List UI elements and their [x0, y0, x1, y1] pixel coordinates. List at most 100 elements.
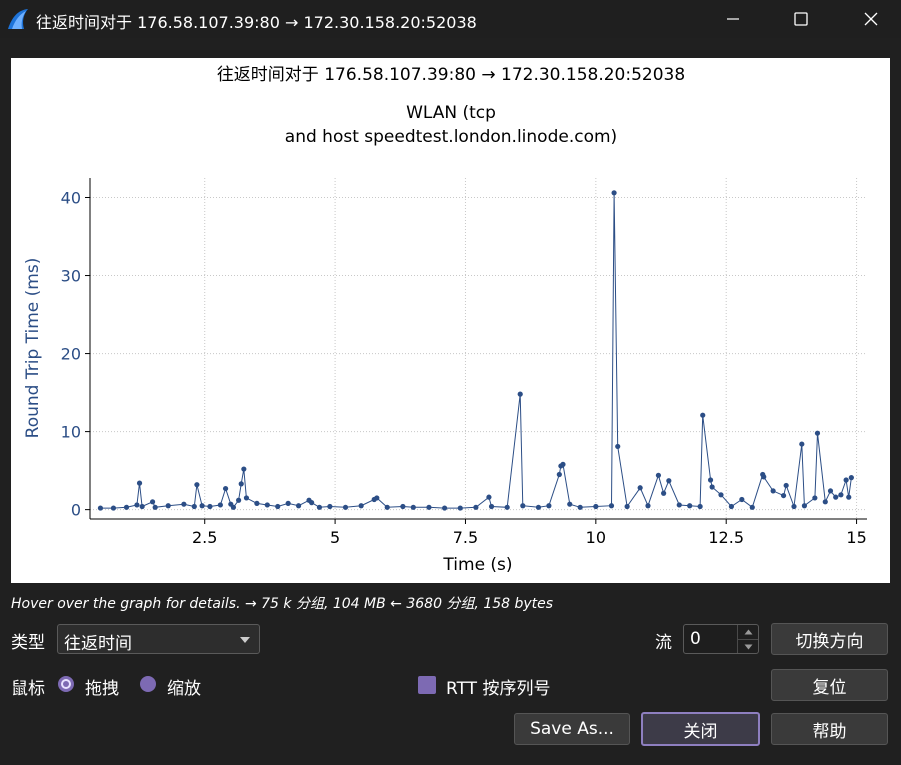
rtt-point[interactable]	[567, 501, 573, 507]
rtt-point[interactable]	[285, 500, 291, 506]
rtt-point[interactable]	[709, 484, 715, 490]
rtt-point[interactable]	[749, 504, 755, 510]
rtt-point[interactable]	[615, 443, 621, 450]
close-button[interactable]: 关闭	[641, 712, 760, 746]
rtt-point[interactable]	[149, 499, 156, 505]
rtt-point[interactable]	[700, 412, 706, 418]
rtt-point[interactable]	[846, 494, 852, 500]
rtt-point[interactable]	[123, 504, 130, 510]
rtt-point[interactable]	[739, 496, 745, 503]
rtt-point[interactable]	[426, 504, 432, 510]
rtt-point[interactable]	[697, 503, 703, 510]
rtt-point[interactable]	[560, 461, 566, 467]
rtt-point[interactable]	[97, 505, 104, 511]
maximize-button[interactable]	[778, 0, 824, 38]
rtt-point[interactable]	[275, 503, 281, 510]
rtt-point[interactable]	[822, 499, 828, 505]
rtt-point[interactable]	[624, 503, 630, 510]
reset-button[interactable]: 复位	[771, 669, 888, 701]
rtt-point[interactable]	[254, 500, 260, 506]
rtt-point[interactable]	[342, 504, 349, 510]
rtt-point[interactable]	[761, 474, 767, 480]
rtt-point[interactable]	[309, 500, 315, 506]
spin-up-button[interactable]	[738, 625, 758, 639]
rtt-point[interactable]	[843, 477, 849, 483]
rtt-point[interactable]	[546, 503, 552, 509]
graph-type-select[interactable]: 往返时间	[57, 624, 260, 654]
rtt-point[interactable]	[801, 503, 808, 509]
drag-radio[interactable]	[58, 676, 74, 692]
rtt-point[interactable]	[400, 503, 406, 510]
zoom-radio[interactable]	[140, 676, 156, 692]
minimize-button[interactable]	[710, 0, 756, 38]
rtt-point[interactable]	[718, 492, 724, 498]
rtt-point[interactable]	[238, 481, 244, 487]
rtt-point[interactable]	[707, 477, 714, 483]
rtt-point[interactable]	[230, 504, 237, 510]
rtt-point[interactable]	[207, 503, 213, 510]
rtt-point[interactable]	[473, 504, 479, 510]
rtt-point[interactable]	[236, 497, 242, 503]
rtt-point[interactable]	[593, 503, 599, 510]
stream-spinbox[interactable]: 0	[683, 624, 759, 654]
rtt-point[interactable]	[241, 466, 247, 472]
rtt-point[interactable]	[152, 504, 158, 510]
rtt-point[interactable]	[488, 503, 495, 510]
rtt-point[interactable]	[457, 505, 463, 511]
rtt-chart[interactable]: 往返时间对于 176.58.107.39:80 → 172.30.158.20:…	[11, 58, 890, 583]
rtt-point[interactable]	[783, 482, 789, 489]
rtt-point[interactable]	[442, 505, 448, 511]
rtt-point[interactable]	[134, 502, 140, 508]
rtt-point[interactable]	[358, 503, 364, 509]
rtt-point[interactable]	[217, 502, 223, 508]
rtt-point[interactable]	[728, 503, 735, 510]
rtt-point[interactable]	[812, 495, 818, 501]
rtt-point[interactable]	[838, 492, 844, 498]
rtt-point[interactable]	[222, 485, 229, 492]
rtt-point[interactable]	[136, 480, 143, 486]
rtt-point[interactable]	[770, 488, 776, 494]
rtt-point[interactable]	[608, 503, 615, 509]
rtt-point[interactable]	[611, 190, 617, 196]
rtt-point[interactable]	[486, 494, 492, 500]
rtt-point[interactable]	[327, 503, 333, 510]
rtt-point[interactable]	[848, 475, 854, 481]
rtt-by-sequence-checkbox[interactable]	[418, 676, 436, 694]
rtt-point[interactable]	[374, 495, 380, 501]
rtt-point[interactable]	[199, 503, 205, 509]
rtt-point[interactable]	[814, 430, 821, 436]
rtt-point[interactable]	[264, 502, 270, 508]
rtt-point[interactable]	[517, 391, 523, 397]
rtt-point[interactable]	[295, 503, 302, 509]
rtt-point[interactable]	[535, 504, 542, 510]
rtt-point[interactable]	[655, 472, 662, 478]
rtt-point[interactable]	[687, 503, 693, 509]
rtt-point[interactable]	[661, 490, 667, 496]
rtt-point[interactable]	[504, 504, 510, 510]
rtt-point[interactable]	[165, 503, 171, 509]
spin-down-button[interactable]	[738, 639, 758, 654]
save-as-button[interactable]: Save As...	[514, 713, 630, 745]
rtt-point[interactable]	[384, 504, 390, 510]
help-button[interactable]: 帮助	[771, 713, 888, 745]
rtt-point[interactable]	[110, 505, 117, 511]
rtt-point[interactable]	[827, 488, 834, 494]
rtt-point[interactable]	[833, 494, 839, 500]
rtt-plot[interactable]: 往返时间对于 176.58.107.39:80 → 172.30.158.20:…	[11, 58, 890, 583]
rtt-point[interactable]	[791, 503, 797, 510]
rtt-point[interactable]	[243, 495, 250, 501]
rtt-point[interactable]	[139, 503, 145, 510]
rtt-point[interactable]	[410, 504, 416, 510]
rtt-point[interactable]	[556, 471, 562, 478]
rtt-point[interactable]	[645, 503, 651, 509]
rtt-point[interactable]	[577, 504, 583, 510]
rtt-point[interactable]	[191, 503, 197, 510]
rtt-point[interactable]	[181, 501, 187, 507]
rtt-point[interactable]	[780, 492, 787, 499]
rtt-point[interactable]	[316, 504, 323, 510]
close-window-button[interactable]	[848, 0, 894, 38]
rtt-point[interactable]	[676, 502, 682, 508]
rtt-point[interactable]	[637, 485, 643, 491]
rtt-point[interactable]	[520, 503, 526, 509]
switch-direction-button[interactable]: 切换方向	[771, 623, 888, 655]
